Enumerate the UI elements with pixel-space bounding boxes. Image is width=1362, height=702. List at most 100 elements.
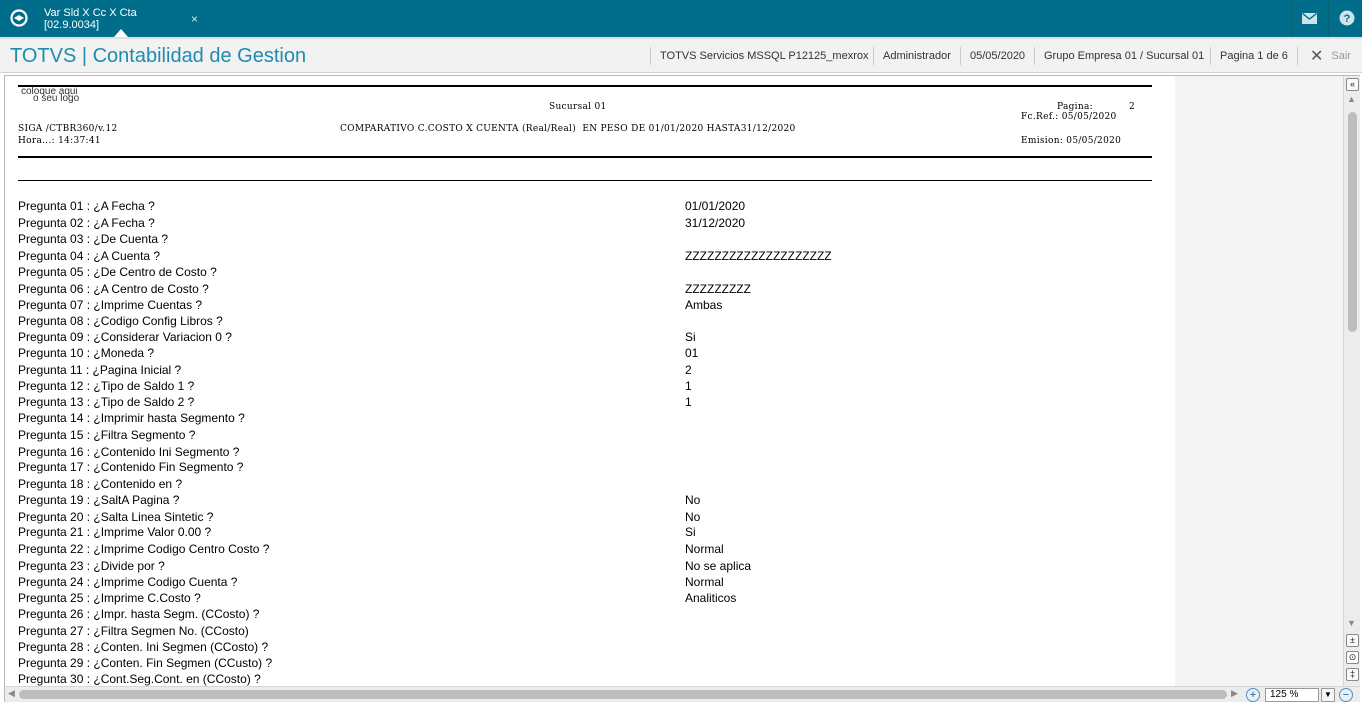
divider (1034, 47, 1035, 65)
question-label: Pregunta 22 : ¿Imprime Codigo Centro Cos… (18, 542, 270, 556)
question-label: Pregunta 30 : ¿Cont.Seg.Cont. en (CCosto… (18, 672, 261, 686)
question-label: Pregunta 28 : ¿Conten. Ini Segmen (CCost… (18, 640, 269, 654)
scroll-right-icon[interactable]: ▶ (1231, 688, 1238, 699)
top-tab-bar: Var Sld X Cc X Cta [02.9.0034] × ? (0, 0, 1362, 37)
report-page-label: Pagina: (1057, 102, 1093, 112)
question-value: Analiticos (685, 591, 737, 605)
question-label: Pregunta 16 : ¿Contenido Ini Segmento ? (18, 445, 240, 459)
tab-title: Var Sld X Cc X Cta [02.9.0034] (44, 6, 137, 31)
divider (960, 47, 961, 65)
question-value: ZZZZZZZZZ (685, 282, 751, 296)
exit-button[interactable]: ✕ Sair (1310, 39, 1351, 73)
question-label: Pregunta 27 : ¿Filtra Segmen No. (CCosto… (18, 624, 249, 638)
question-label: Pregunta 03 : ¿De Cuenta ? (18, 232, 169, 246)
report-header-rule (18, 156, 1152, 158)
report-page-number: 2 (1129, 102, 1136, 112)
question-label: Pregunta 11 : ¿Pagina Inicial ? (18, 363, 182, 377)
question-value: ZZZZZZZZZZZZZZZZZZZZ (685, 249, 832, 263)
report-program: SIGA /CTBR360/v.12 (18, 124, 118, 134)
question-value: 31/12/2020 (685, 216, 746, 230)
question-label: Pregunta 05 : ¿De Centro de Costo ? (18, 265, 217, 279)
horizontal-scrollbar[interactable]: ◀ ▶ (5, 686, 1243, 702)
app-header: TOTVS | Contabilidad de Gestion TOTVS Se… (0, 37, 1362, 73)
report-title: COMPARATIVO C.COSTO X CUENTA (Real/Real)… (340, 124, 796, 134)
question-label: Pregunta 24 : ¿Imprime Codigo Cuenta ? (18, 575, 238, 589)
question-value: Si (685, 525, 696, 539)
scroll-left-icon[interactable]: ◀ (8, 688, 15, 699)
question-label: Pregunta 19 : ¿SaltA Pagina ? (18, 493, 180, 507)
zoom-controls: + 125 % ▼ − (1243, 686, 1360, 702)
page-indicator: Pagina 1 de 6 (1220, 50, 1288, 62)
report-logo: coloque aqui o seu logo (21, 86, 80, 104)
question-label: Pregunta 21 : ¿Imprime Valor 0.00 ? (18, 525, 212, 539)
previous-page-button[interactable]: ± (1346, 634, 1359, 647)
question-label: Pregunta 12 : ¿Tipo de Saldo 1 ? (18, 379, 195, 393)
question-label: Pregunta 02 : ¿A Fecha ? (18, 216, 155, 230)
question-label: Pregunta 04 : ¿A Cuenta ? (18, 249, 161, 263)
svg-text:?: ? (1344, 13, 1351, 25)
question-label: Pregunta 23 : ¿Divide por ? (18, 559, 165, 573)
question-value: Normal (685, 542, 724, 556)
tab-close-icon[interactable]: × (191, 12, 198, 26)
question-label: Pregunta 20 : ¿Salta Linea Sintetic ? (18, 510, 214, 524)
zoom-select[interactable]: 125 % (1265, 688, 1319, 702)
user-label: Administrador (883, 50, 951, 62)
chevron-down-icon[interactable]: ▼ (1321, 688, 1335, 702)
active-tab-indicator (114, 29, 128, 37)
report-page: coloque aqui o seu logo Sucursal 01 Pagi… (5, 76, 1175, 686)
question-label: Pregunta 29 : ¿Conten. Fin Segmen (CCust… (18, 656, 273, 670)
question-label: Pregunta 25 : ¿Imprime C.Costo ? (18, 591, 201, 605)
question-value: No (685, 493, 701, 507)
mail-icon[interactable] (1298, 8, 1320, 28)
viewer-background (1175, 76, 1343, 686)
close-icon: ✕ (1310, 48, 1324, 65)
vertical-scroll-thumb[interactable] (1348, 112, 1357, 332)
question-label: Pregunta 08 : ¿Codigo Config Libros ? (18, 314, 223, 328)
question-label: Pregunta 18 : ¿Contenido en ? (18, 477, 183, 491)
question-value: 01/01/2020 (685, 199, 746, 213)
report-branch: Sucursal 01 (549, 102, 607, 112)
vertical-scrollbar[interactable]: « ▲ ▼ ± ⊙ ‡ (1343, 76, 1360, 686)
question-label: Pregunta 13 : ¿Tipo de Saldo 2 ? (18, 395, 195, 409)
divider (1210, 47, 1211, 65)
zoom-in-icon[interactable]: + (1246, 688, 1260, 702)
question-value: Normal (685, 575, 724, 589)
divider (1328, 0, 1329, 37)
question-label: Pregunta 01 : ¿A Fecha ? (18, 199, 155, 213)
help-icon[interactable]: ? (1336, 8, 1358, 28)
question-value: Ambas (685, 298, 723, 312)
current-page-button[interactable]: ⊙ (1346, 651, 1359, 664)
question-value: 01 (685, 346, 699, 360)
divider (1292, 0, 1293, 37)
question-label: Pregunta 06 : ¿A Centro de Costo ? (18, 282, 209, 296)
question-label: Pregunta 17 : ¿Contenido Fin Segmento ? (18, 460, 244, 474)
next-page-button[interactable]: ‡ (1346, 668, 1359, 681)
question-value: Si (685, 330, 696, 344)
report-separator (18, 180, 1152, 181)
scroll-down-icon[interactable]: ▼ (1347, 618, 1356, 628)
question-label: Pregunta 09 : ¿Considerar Variacion 0 ? (18, 330, 232, 344)
question-label: Pregunta 10 : ¿Moneda ? (18, 346, 155, 360)
exit-label: Sair (1331, 50, 1351, 62)
question-value: No se aplica (685, 559, 752, 573)
environment-label: TOTVS Servicios MSSQL P12125_mexrox (660, 50, 869, 62)
report-time: Hora...: 14:37:41 (18, 136, 101, 146)
question-value: 1 (685, 395, 692, 409)
report-viewer: coloque aqui o seu logo Sucursal 01 Pagi… (4, 75, 1360, 702)
horizontal-scroll-thumb[interactable] (19, 690, 1227, 699)
company-label: Grupo Empresa 01 / Sucursal 01 (1044, 50, 1205, 62)
date-label: 05/05/2020 (970, 50, 1026, 62)
question-value: No (685, 510, 701, 524)
question-label: Pregunta 26 : ¿Impr. hasta Segm. (CCosto… (18, 607, 260, 621)
report-ref-date: Fc.Ref.: 05/05/2020 (1021, 112, 1117, 122)
totvs-logo-icon[interactable] (6, 5, 32, 31)
report-top-rule (18, 85, 1152, 87)
first-page-button[interactable]: « (1346, 78, 1359, 91)
divider (650, 47, 651, 65)
scroll-up-icon[interactable]: ▲ (1347, 94, 1356, 104)
zoom-out-icon[interactable]: − (1339, 688, 1353, 702)
divider (873, 47, 874, 65)
report-emission: Emision: 05/05/2020 (1021, 136, 1122, 146)
divider (1297, 47, 1298, 65)
question-value: 1 (685, 379, 692, 393)
